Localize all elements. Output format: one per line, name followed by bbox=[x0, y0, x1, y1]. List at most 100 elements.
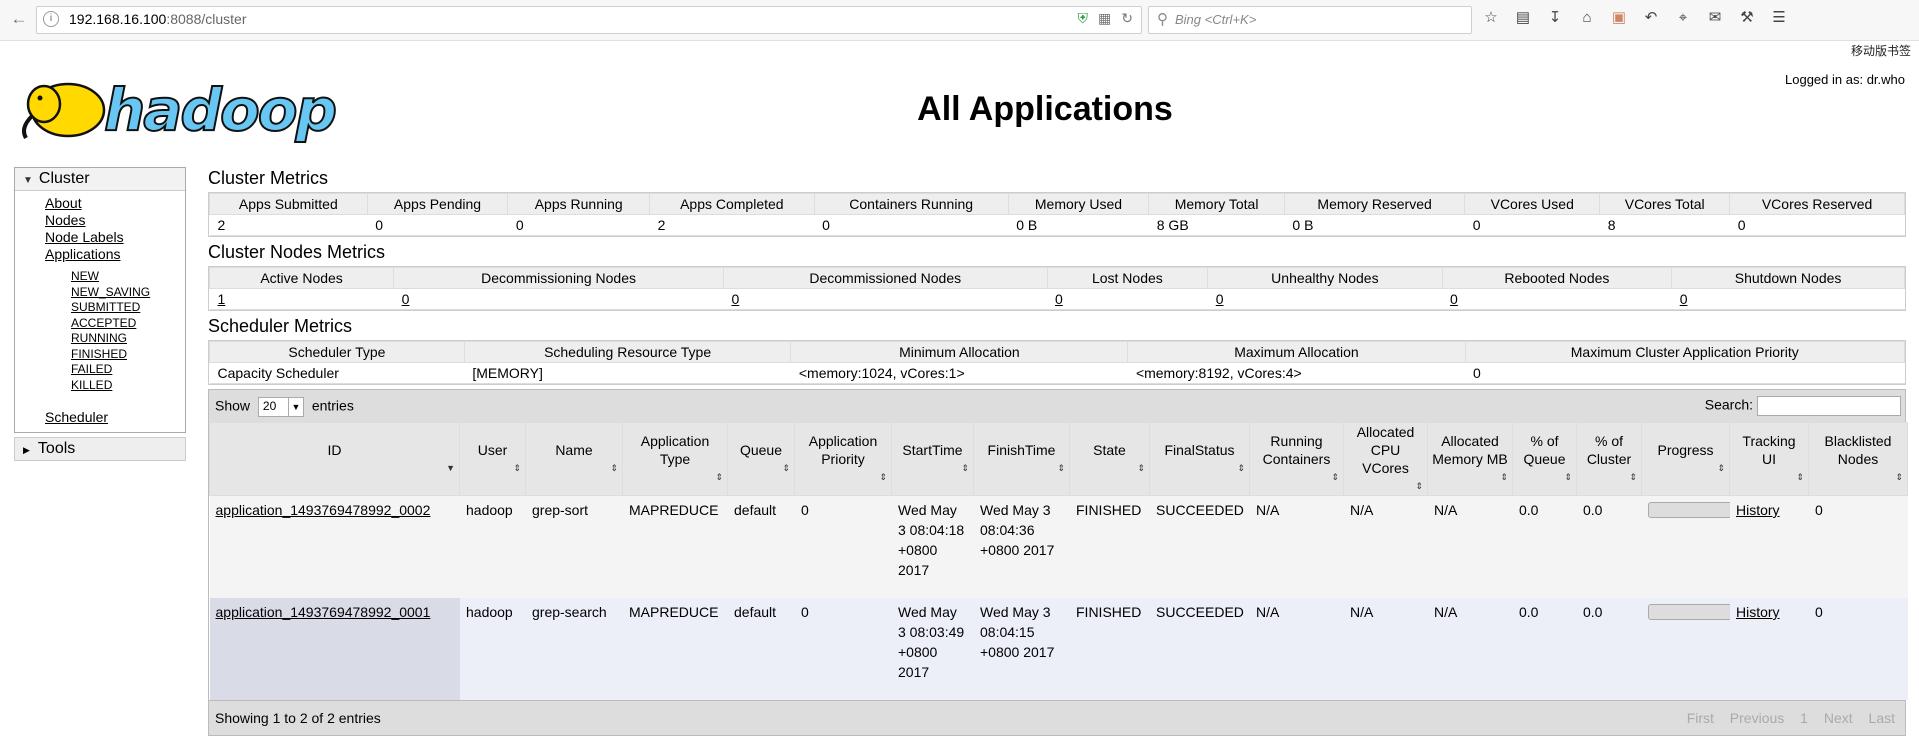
column-header-finalstatus[interactable]: FinalStatus ⇕ bbox=[1149, 422, 1250, 496]
column-header-tracking-ui[interactable]: Tracking UI ⇕ bbox=[1729, 422, 1809, 496]
cell-pct-cluster: 0.0 bbox=[1576, 495, 1642, 598]
undo-icon[interactable]: ↶ bbox=[1640, 8, 1662, 26]
link-shutdown-nodes[interactable]: 0 bbox=[1680, 291, 1688, 307]
header-vcores-used: VCores Used bbox=[1464, 193, 1601, 215]
page-number[interactable]: 1 bbox=[1800, 710, 1808, 726]
column-header-blacklisted-nodes[interactable]: Blacklisted Nodes ⇕ bbox=[1808, 422, 1908, 496]
mobile-bookmarks[interactable]: 移动版书签 bbox=[1851, 42, 1911, 59]
app-state-accepted[interactable]: ACCEPTED bbox=[71, 316, 185, 332]
sidebar-link-nodes[interactable]: Nodes bbox=[45, 212, 185, 229]
cell-lost-nodes: 0 bbox=[1047, 288, 1208, 310]
column-header-allocated-memory-mb[interactable]: Allocated Memory MB ⇕ bbox=[1427, 422, 1513, 496]
cluster-label: Cluster bbox=[38, 170, 90, 187]
app-state-submitted[interactable]: SUBMITTED bbox=[71, 300, 185, 316]
table-search: Search: bbox=[1705, 396, 1901, 416]
progress-bar bbox=[1648, 604, 1734, 620]
sort-icon: ⇕ bbox=[961, 463, 969, 473]
url-bar[interactable]: i 192.168.16.100:8088/cluster ⛨ ▦ ↻ bbox=[36, 6, 1142, 34]
cell-apps-completed: 2 bbox=[649, 214, 815, 236]
app-state-new[interactable]: NEW bbox=[71, 269, 185, 285]
column-header-application-type[interactable]: Application Type ⇕ bbox=[622, 422, 728, 496]
back-arrow-icon[interactable]: ← bbox=[8, 8, 30, 30]
column-header-name[interactable]: Name ⇕ bbox=[525, 422, 623, 496]
link-lost-nodes[interactable]: 0 bbox=[1055, 291, 1063, 307]
table-row[interactable]: application_1493769478992_0001 hadoop grep… bbox=[209, 598, 1908, 700]
tools-header[interactable]: ▶ Tools bbox=[14, 437, 186, 461]
url-text[interactable]: 192.168.16.100:8088/cluster bbox=[69, 11, 247, 27]
page-title: All Applications bbox=[917, 90, 1173, 128]
tool-icon[interactable]: ⚒ bbox=[1736, 8, 1758, 26]
star-icon[interactable]: ☆ bbox=[1480, 8, 1502, 26]
column-label: % of Queue bbox=[1523, 433, 1566, 467]
crop-icon[interactable]: ⌖ bbox=[1672, 9, 1694, 26]
sidebar-link-applications[interactable]: Applications bbox=[45, 246, 185, 263]
cell-decommissioning-nodes: 0 bbox=[393, 288, 724, 310]
qr-code-icon[interactable]: ▦ bbox=[1098, 10, 1111, 26]
column-header-finishtime[interactable]: FinishTime ⇕ bbox=[973, 422, 1070, 496]
column-header-allocated-cpu-vcores[interactable]: Allocated CPU VCores ⇕ bbox=[1343, 422, 1428, 496]
application-id-link[interactable]: application_1493769478992_0001 bbox=[216, 604, 431, 620]
shield-icon[interactable]: ⛨ bbox=[1078, 10, 1089, 26]
app-state-failed[interactable]: FAILED bbox=[71, 362, 185, 378]
cell-apps-submitted: 2 bbox=[209, 214, 368, 236]
header-vcores-reserved: VCores Reserved bbox=[1729, 193, 1905, 215]
search-box[interactable]: ⚲ Bing <Ctrl+K> bbox=[1148, 6, 1472, 34]
column-header-id[interactable]: ID ▼ bbox=[209, 422, 460, 496]
cluster-header[interactable]: ▼ Cluster bbox=[15, 168, 185, 191]
reload-icon[interactable]: ↻ bbox=[1121, 10, 1133, 26]
cluster-section: ▼ Cluster About Nodes Node Labels Applica… bbox=[14, 167, 186, 433]
cell-scheduler-type: Capacity Scheduler bbox=[209, 362, 465, 384]
header-decommissioned-nodes: Decommissioned Nodes bbox=[722, 267, 1048, 289]
header-lost-nodes: Lost Nodes bbox=[1046, 267, 1209, 289]
app-state-killed[interactable]: KILLED bbox=[71, 378, 185, 394]
link-rebooted-nodes[interactable]: 0 bbox=[1450, 291, 1458, 307]
table-search-input[interactable] bbox=[1757, 396, 1901, 416]
column-header-user[interactable]: User ⇕ bbox=[459, 422, 526, 496]
sidebar-link-node-labels[interactable]: Node Labels bbox=[45, 229, 185, 246]
column-label: % of Cluster bbox=[1586, 433, 1632, 467]
column-header-of-queue[interactable]: % of Queue ⇕ bbox=[1512, 422, 1577, 496]
history-link[interactable]: History bbox=[1736, 604, 1780, 620]
link-decommissioning-nodes[interactable]: 0 bbox=[402, 291, 410, 307]
extension-icon[interactable]: ▣ bbox=[1608, 8, 1630, 26]
cell-containers: N/A bbox=[1249, 598, 1344, 700]
info-icon[interactable]: i bbox=[43, 11, 59, 27]
cell-vcores: N/A bbox=[1343, 495, 1428, 598]
cell-name: grep-sort bbox=[525, 495, 623, 598]
sidebar-link-about[interactable]: About bbox=[45, 195, 185, 212]
clipboard-icon[interactable]: ▤ bbox=[1512, 8, 1534, 26]
column-header-of-cluster[interactable]: % of Cluster ⇕ bbox=[1576, 422, 1642, 496]
column-header-progress[interactable]: Progress ⇕ bbox=[1641, 422, 1730, 496]
table-row[interactable]: application_1493769478992_0002 hadoop grep… bbox=[209, 495, 1908, 598]
header-active-nodes: Active Nodes bbox=[208, 267, 395, 289]
download-icon[interactable]: ↧ bbox=[1544, 8, 1566, 26]
app-state-new-saving[interactable]: NEW_SAVING bbox=[71, 285, 185, 301]
menu-icon[interactable]: ☰ bbox=[1768, 8, 1790, 26]
app-state-finished[interactable]: FINISHED bbox=[71, 347, 185, 363]
chat-icon[interactable]: ✉ bbox=[1704, 8, 1726, 26]
column-label: Application Priority bbox=[808, 433, 878, 467]
column-header-starttime[interactable]: StartTime ⇕ bbox=[891, 422, 974, 496]
column-label: Allocated CPU VCores bbox=[1356, 424, 1415, 476]
page-first[interactable]: First bbox=[1687, 710, 1714, 726]
application-id-link[interactable]: application_1493769478992_0002 bbox=[216, 502, 431, 518]
column-header-state[interactable]: State ⇕ bbox=[1069, 422, 1150, 496]
sort-icon: ⇕ bbox=[879, 472, 887, 482]
page-next[interactable]: Next bbox=[1824, 710, 1853, 726]
cell-vcores-used: 0 bbox=[1464, 214, 1600, 236]
link-active-nodes[interactable]: 1 bbox=[218, 291, 226, 307]
link-unhealthy-nodes[interactable]: 0 bbox=[1216, 291, 1224, 307]
home-icon[interactable]: ⌂ bbox=[1576, 9, 1598, 26]
sidebar-link-scheduler[interactable]: Scheduler bbox=[45, 409, 185, 426]
column-header-queue[interactable]: Queue ⇕ bbox=[727, 422, 795, 496]
entries-select[interactable]: 20 ▼ bbox=[257, 397, 304, 417]
app-state-running[interactable]: RUNNING bbox=[71, 331, 185, 347]
link-decommissioned-nodes[interactable]: 0 bbox=[731, 291, 739, 307]
header-containers-running: Containers Running bbox=[813, 193, 1009, 215]
page-previous[interactable]: Previous bbox=[1730, 710, 1784, 726]
column-header-application-priority[interactable]: Application Priority ⇕ bbox=[794, 422, 892, 496]
column-header-running-containers[interactable]: Running Containers ⇕ bbox=[1249, 422, 1344, 496]
history-link[interactable]: History bbox=[1736, 502, 1780, 518]
page-last[interactable]: Last bbox=[1869, 710, 1895, 726]
sort-desc-icon: ▼ bbox=[446, 463, 455, 473]
